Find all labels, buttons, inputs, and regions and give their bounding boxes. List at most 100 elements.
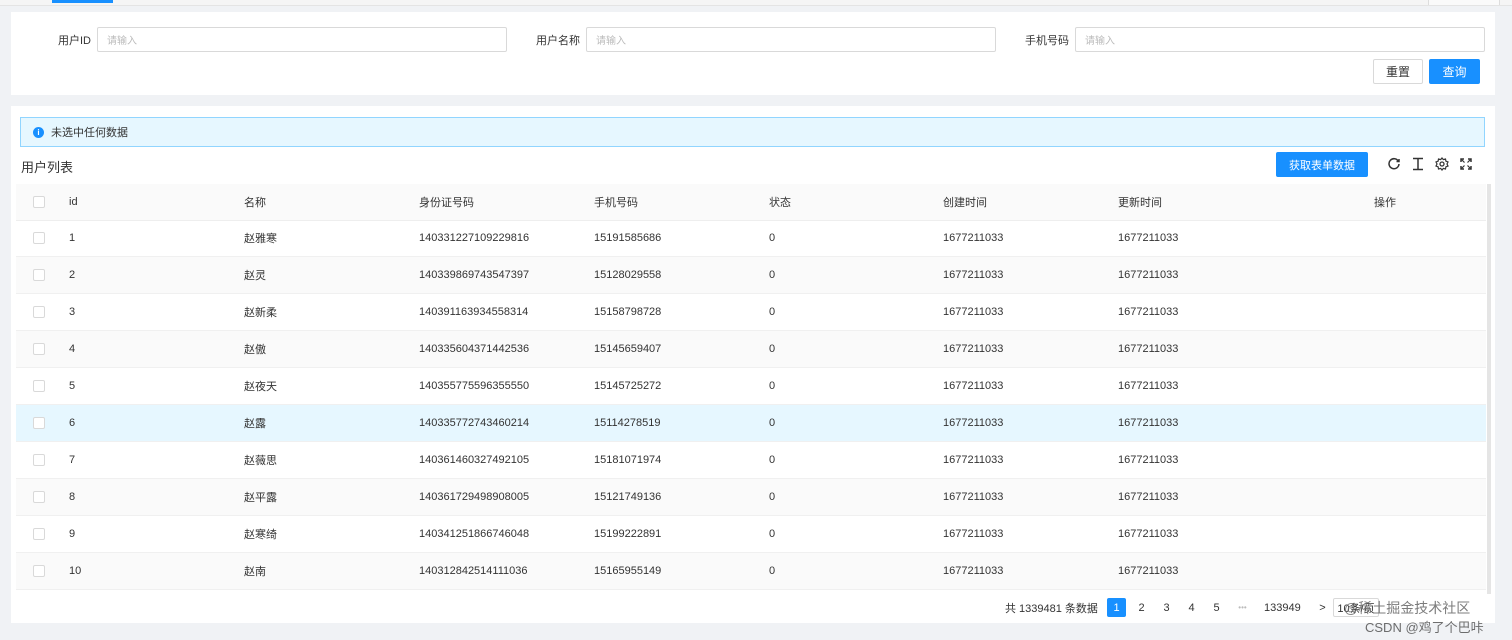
watermark-csdn: CSDN @鸡了个巴咔	[1365, 620, 1484, 635]
table-row[interactable]: 8 赵平露 140361729498908005 15121749136 0 1…	[16, 479, 1486, 516]
row-checkbox[interactable]	[33, 294, 45, 330]
cell-phone: 15191585686	[594, 232, 662, 244]
cell-created: 1677211033	[943, 491, 1004, 503]
cell-id: 5	[69, 380, 76, 392]
row-checkbox[interactable]	[33, 220, 45, 256]
row-checkbox[interactable]	[33, 368, 45, 404]
column-header-status: 状态	[769, 197, 791, 209]
cell-name: 赵薇思	[244, 455, 277, 467]
cell-created: 1677211033	[943, 565, 1004, 577]
cell-status: 0	[769, 306, 776, 318]
tab-bar-controls[interactable]	[1428, 0, 1500, 5]
cell-status: 0	[769, 232, 776, 244]
row-checkbox[interactable]	[33, 479, 45, 515]
cell-created: 1677211033	[943, 417, 1004, 429]
page-5[interactable]: 5	[1207, 598, 1226, 617]
fetch-form-data-button[interactable]: 获取表单数据	[1276, 152, 1368, 177]
table-row[interactable]: 2 赵灵 140339869743547397 15128029558 0 16…	[16, 257, 1486, 294]
table-row[interactable]: 5 赵夜天 140355775596355550 15145725272 0 1…	[16, 368, 1486, 405]
select-all-checkbox[interactable]	[33, 184, 45, 220]
table-row-hovered[interactable]: 6 赵露 140335772743460214 15114278519 0 16…	[16, 405, 1486, 442]
cell-phone: 15114278519	[594, 417, 661, 429]
cell-id: 10	[69, 565, 82, 577]
cell-id: 4	[69, 343, 76, 355]
page-2[interactable]: 2	[1132, 598, 1151, 617]
page-ellipsis[interactable]: •••	[1233, 598, 1252, 617]
cell-idcard: 140341251866746048	[419, 528, 530, 540]
active-tab-indicator[interactable]	[52, 0, 113, 3]
cell-updated: 1677211033	[1118, 343, 1179, 355]
cell-idcard: 140361729498908005	[419, 491, 530, 503]
cell-status: 0	[769, 417, 776, 429]
cell-updated: 1677211033	[1118, 306, 1179, 318]
user-id-label: 用户ID	[58, 34, 91, 47]
phone-input[interactable]: 请输入	[1075, 27, 1485, 52]
cell-updated: 1677211033	[1118, 491, 1179, 503]
cell-idcard: 140335772743460214	[419, 417, 530, 429]
vertical-scrollbar[interactable]	[1487, 184, 1491, 594]
cell-idcard: 140331227109229816	[419, 232, 530, 244]
cell-created: 1677211033	[943, 306, 1004, 318]
cell-status: 0	[769, 343, 776, 355]
fullscreen-icon[interactable]	[1458, 156, 1474, 172]
row-checkbox[interactable]	[33, 442, 45, 478]
cell-phone: 15128029558	[594, 269, 662, 281]
tab-bar	[0, 0, 1512, 6]
reset-button[interactable]: 重置	[1373, 59, 1423, 84]
selection-alert: i 未选中任何数据	[20, 117, 1485, 147]
page-last[interactable]: 133949	[1261, 598, 1304, 617]
cell-id: 9	[69, 528, 76, 540]
table-row[interactable]: 4 赵傲 140335604371442536 15145659407 0 16…	[16, 331, 1486, 368]
table-title: 用户列表	[21, 160, 74, 175]
cell-created: 1677211033	[943, 380, 1004, 392]
cell-id: 6	[69, 417, 76, 429]
cell-idcard: 140361460327492105	[419, 454, 530, 466]
setting-icon[interactable]	[1434, 156, 1450, 172]
cell-status: 0	[769, 380, 776, 392]
query-button[interactable]: 查询	[1429, 59, 1480, 84]
page-1[interactable]: 1	[1107, 598, 1126, 617]
user-name-field: 用户名称 请输入	[506, 27, 996, 52]
cell-phone: 15145725272	[594, 380, 662, 392]
cell-status: 0	[769, 565, 776, 577]
page-3[interactable]: 3	[1157, 598, 1176, 617]
cell-name: 赵南	[244, 566, 266, 578]
column-header-created: 创建时间	[943, 197, 987, 209]
cell-created: 1677211033	[943, 454, 1004, 466]
cell-updated: 1677211033	[1118, 417, 1179, 429]
cell-id: 1	[69, 232, 76, 244]
column-header-actions: 操作	[1374, 197, 1396, 209]
user-name-input[interactable]: 请输入	[586, 27, 996, 52]
table-row[interactable]: 7 赵薇思 140361460327492105 15181071974 0 1…	[16, 442, 1486, 479]
row-checkbox[interactable]	[33, 405, 45, 441]
cell-status: 0	[769, 454, 776, 466]
cell-idcard: 140312842514111036	[419, 565, 528, 577]
column-header-id: id	[69, 196, 78, 208]
table-row[interactable]: 3 赵新柔 140391163934558314 15158798728 0 1…	[16, 294, 1486, 331]
next-page-button[interactable]: >	[1313, 598, 1332, 617]
user-id-input[interactable]: 请输入	[97, 27, 507, 52]
table-header: id 名称 身份证号码 手机号码 状态 创建时间 更新时间 操作	[16, 184, 1486, 221]
cell-updated: 1677211033	[1118, 454, 1179, 466]
row-checkbox[interactable]	[33, 331, 45, 367]
cell-id: 7	[69, 454, 76, 466]
cell-updated: 1677211033	[1118, 232, 1179, 244]
table-row[interactable]: 10 赵南 140312842514111036 15165955149 0 1…	[16, 553, 1486, 590]
cell-idcard: 140339869743547397	[419, 269, 530, 281]
user-name-label: 用户名称	[536, 34, 580, 47]
cell-phone: 15145659407	[594, 343, 662, 355]
page-4[interactable]: 4	[1182, 598, 1201, 617]
row-checkbox[interactable]	[33, 516, 45, 552]
cell-name: 赵夜天	[244, 381, 277, 393]
row-checkbox[interactable]	[33, 553, 45, 589]
column-height-icon[interactable]	[1410, 156, 1426, 172]
table-row[interactable]: 1 赵雅寒 140331227109229816 15191585686 0 1…	[16, 220, 1486, 257]
cell-name: 赵露	[244, 418, 266, 430]
cell-name: 赵新柔	[244, 307, 277, 319]
phone-field: 手机号码 请输入	[995, 27, 1485, 52]
cell-status: 0	[769, 269, 776, 281]
reload-icon[interactable]	[1386, 156, 1402, 172]
row-checkbox[interactable]	[33, 257, 45, 293]
cell-phone: 15199222891	[594, 528, 662, 540]
table-row[interactable]: 9 赵寒绮 140341251866746048 15199222891 0 1…	[16, 516, 1486, 553]
